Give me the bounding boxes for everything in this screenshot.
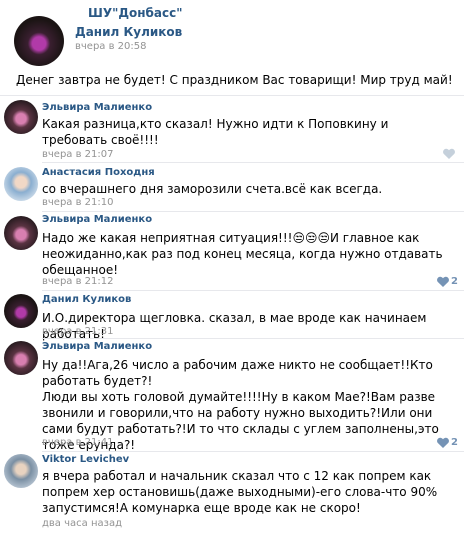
comment-text: со вчерашнего дня заморозили счета.всё к… bbox=[42, 182, 383, 196]
comment-separator bbox=[42, 338, 464, 339]
heart-icon[interactable] bbox=[436, 437, 450, 449]
post-header: ШУ"Донбасс" Данил Куликов вчера в 20:58 bbox=[0, 0, 464, 66]
post-text: Денег завтра не будет! С праздником Вас … bbox=[16, 73, 453, 87]
avatar[interactable] bbox=[4, 100, 38, 134]
comment-separator bbox=[42, 211, 464, 212]
comment-time[interactable]: вчера в 21:12 bbox=[42, 276, 114, 287]
avatar[interactable] bbox=[4, 454, 38, 488]
divider bbox=[0, 95, 464, 96]
comment-time[interactable]: вчера в 21:07 bbox=[42, 149, 114, 160]
avatar[interactable] bbox=[4, 294, 38, 328]
comment-separator bbox=[42, 290, 464, 291]
avatar[interactable] bbox=[4, 167, 38, 201]
comment-separator bbox=[42, 451, 464, 452]
post-author[interactable]: Данил Куликов bbox=[75, 25, 182, 39]
avatar[interactable] bbox=[4, 341, 38, 375]
comment-text: я вчера работал и начальник сказал что с… bbox=[42, 469, 438, 515]
heart-icon[interactable] bbox=[436, 276, 450, 288]
comment-time[interactable]: вчера в 21:31 bbox=[42, 326, 114, 337]
comment-author[interactable]: Анастасия Походня bbox=[42, 167, 155, 178]
comment-author[interactable]: Эльвира Малиенко bbox=[42, 102, 152, 113]
author-avatar[interactable] bbox=[14, 16, 64, 66]
post-time[interactable]: вчера в 20:58 bbox=[75, 41, 147, 52]
comment-text: Какая разница,кто сказал! Нужно идти к П… bbox=[42, 117, 389, 147]
comment-author[interactable]: Эльвира Малиенко bbox=[42, 341, 152, 352]
comment-author[interactable]: Эльвира Малиенко bbox=[42, 214, 152, 225]
comment-time[interactable]: вчера в 21:41 bbox=[42, 437, 114, 448]
comment-time[interactable]: два часа назад bbox=[42, 518, 122, 529]
like-count[interactable]: 2 bbox=[451, 276, 458, 287]
comment-author[interactable]: Viktor Levichev bbox=[42, 454, 129, 465]
comment-separator bbox=[42, 162, 464, 163]
comment-time[interactable]: вчера в 21:10 bbox=[42, 197, 114, 208]
comment-author[interactable]: Данил Куликов bbox=[42, 294, 131, 305]
comment-text: Надо же какая неприятная ситуация!!!😒😒😒И… bbox=[42, 231, 443, 277]
like-count[interactable]: 2 bbox=[451, 437, 458, 448]
avatar[interactable] bbox=[4, 216, 38, 250]
heart-icon[interactable] bbox=[442, 148, 456, 160]
group-name[interactable]: ШУ"Донбасс" bbox=[88, 6, 183, 20]
